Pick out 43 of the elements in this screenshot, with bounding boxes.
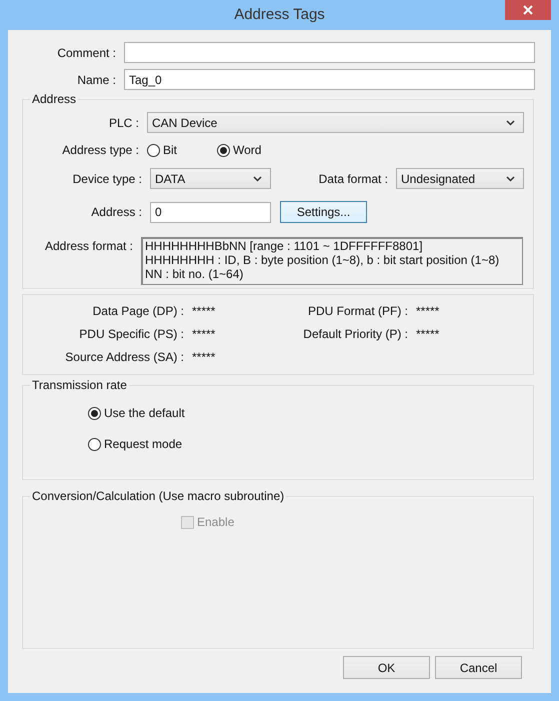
address-type-radio[interactable]: Word — [217, 141, 262, 159]
address-field[interactable]: 0 — [150, 202, 271, 222]
group-title: Address — [31, 91, 78, 108]
format-line: HHHHHHHH : ID, B : byte position (1~8), b : bit start position (1~8) — [145, 253, 500, 267]
settings-button[interactable]: Settings... — [280, 201, 367, 223]
field-label: Data format : — [318, 170, 389, 188]
plc-dropdown[interactable]: CAN Device — [147, 112, 524, 133]
dialog-button[interactable]: Cancel — [435, 656, 522, 679]
field-label: PLC : — [108, 114, 140, 132]
pgn-label: Source Address (SA) : — [64, 349, 185, 366]
pgn-label: Data Page (DP) : — [92, 303, 185, 320]
pgn-value: ***** — [192, 303, 216, 320]
comment-field[interactable] — [124, 42, 535, 63]
chevron-down-icon — [506, 120, 515, 126]
group-title: Conversion/Calculation (Use macro subroutine) — [31, 488, 286, 505]
pgn-value: ***** — [416, 326, 440, 343]
window-title: Address Tags — [234, 4, 325, 25]
field-label: Address format : — [44, 238, 134, 255]
group-title: Transmission rate — [31, 377, 128, 394]
field-label: Device type : — [72, 170, 143, 188]
name-field[interactable]: Tag_0 — [124, 69, 535, 90]
pgn-value: ***** — [192, 349, 216, 366]
dialog-button[interactable]: OK — [343, 656, 430, 679]
format-line: HHHHHHHHBbNN [range : 1101 ~ 1DFFFFFF8801] — [145, 239, 424, 253]
close-button[interactable] — [505, 0, 551, 20]
format-line: NN : bit no. (1~64) — [145, 267, 244, 281]
pgn-value: ***** — [416, 303, 440, 320]
address-type-radio[interactable]: Bit — [147, 141, 178, 159]
field-label: Address type : — [61, 142, 140, 159]
transmission-rate-radio[interactable]: Use the default — [88, 404, 185, 422]
chevron-down-icon — [253, 176, 262, 182]
field-label: Address : — [90, 204, 143, 221]
transmission-rate-radio[interactable]: Request mode — [88, 435, 182, 453]
pgn-label: Default Priority (P) : — [302, 326, 409, 343]
pgn-label: PDU Format (PF) : — [306, 303, 409, 320]
field-label: Comment : — [56, 44, 117, 62]
device-type-dropdown[interactable]: DATA — [150, 168, 271, 189]
pgn-value: ***** — [192, 326, 216, 343]
chevron-down-icon — [506, 176, 515, 182]
close-icon — [523, 5, 533, 15]
field-label: Name : — [76, 72, 117, 88]
pgn-label: PDU Specific (PS) : — [78, 326, 185, 343]
data-format-dropdown[interactable]: Undesignated — [396, 168, 524, 189]
